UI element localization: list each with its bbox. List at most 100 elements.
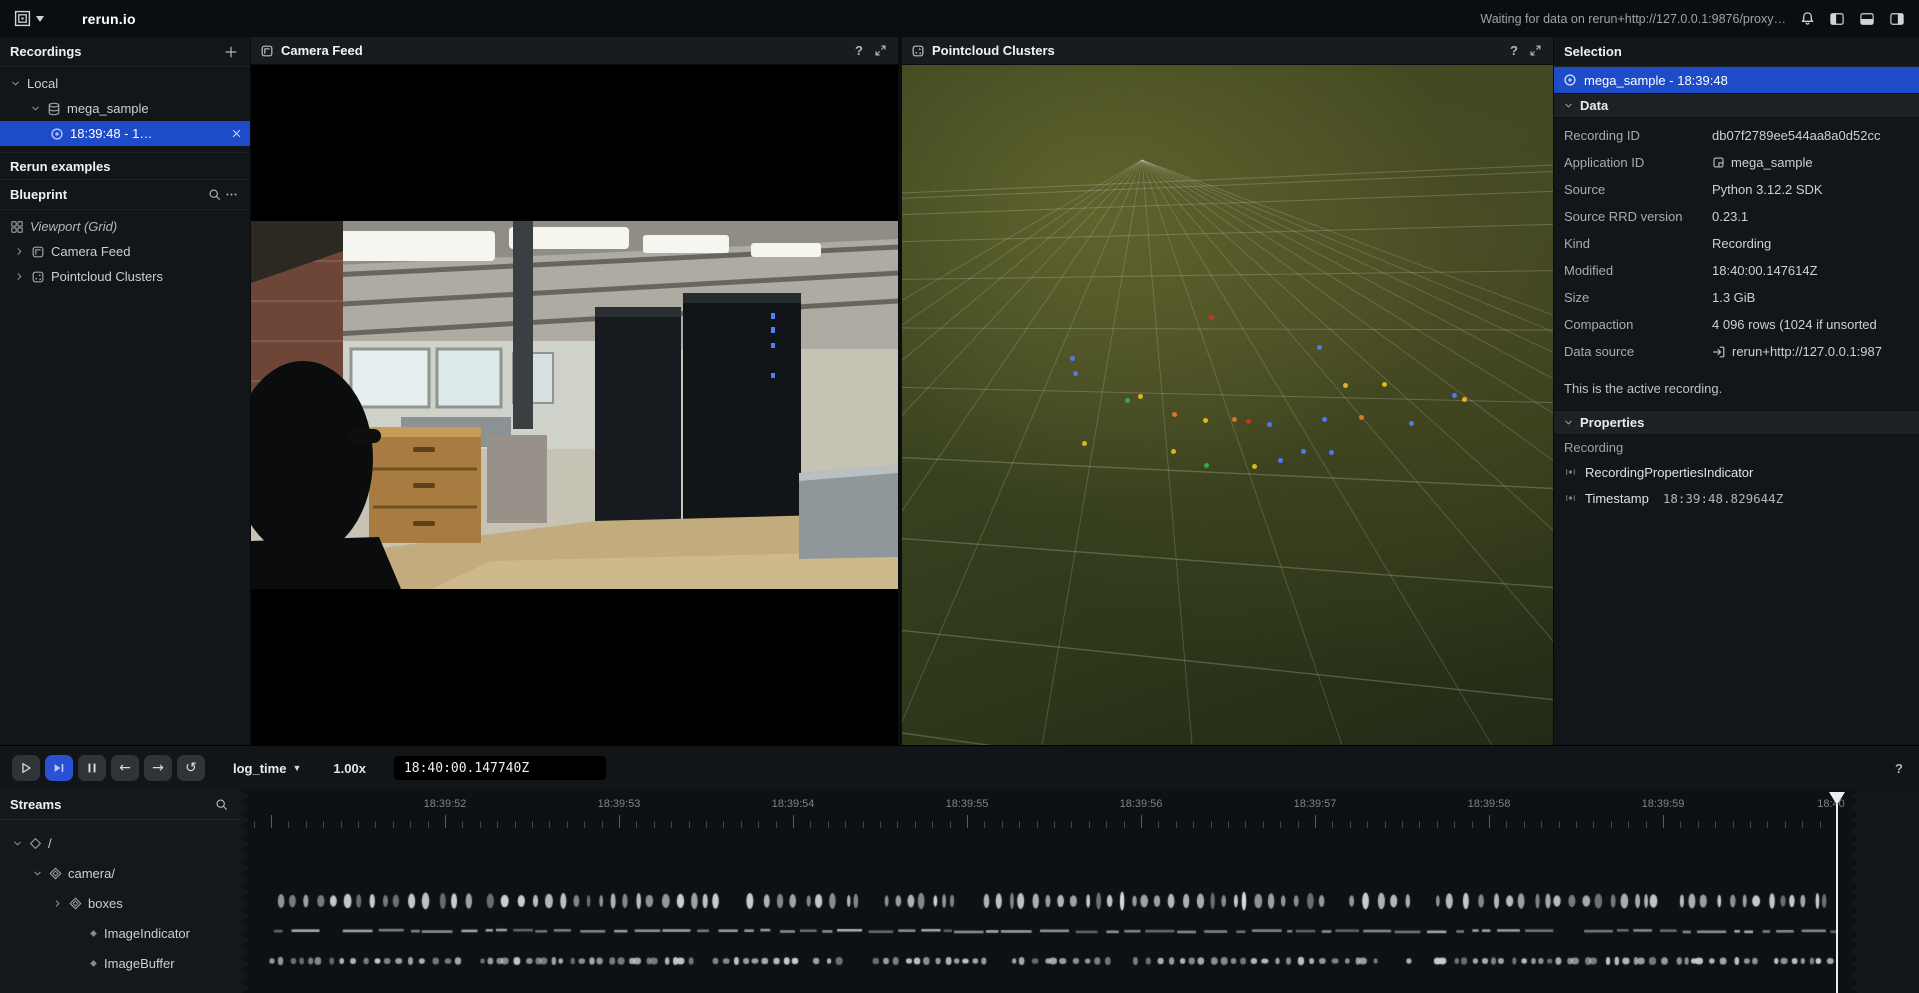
loop-button[interactable]: ↺ <box>177 755 205 781</box>
point-orange <box>1172 412 1177 417</box>
help-button[interactable]: ? <box>1508 41 1520 60</box>
pause-button[interactable] <box>78 755 106 781</box>
viewport-label: Viewport (Grid) <box>30 219 117 234</box>
stream-tree-item[interactable]: / <box>0 828 240 858</box>
recording-tree-item[interactable]: 18:39:48 - 1… <box>0 121 250 146</box>
entity-icon <box>29 837 42 850</box>
recording-tree-item[interactable]: Local <box>0 71 250 96</box>
search-icon[interactable] <box>213 796 230 813</box>
data-section-header[interactable]: Data <box>1554 93 1919 118</box>
chevron-right-icon[interactable] <box>52 898 63 909</box>
step-back-button[interactable]: ← <box>111 755 139 781</box>
chevron-down-icon[interactable] <box>32 868 43 879</box>
follow-button[interactable] <box>45 755 73 781</box>
ruler-time-label: 18:39:57 <box>1294 798 1337 810</box>
data-row-value: Python 3.12.2 SDK <box>1712 182 1909 197</box>
chevron-down-icon[interactable] <box>10 78 21 89</box>
blueprint-header: Blueprint <box>0 180 250 210</box>
selection-panel: Selection mega_sample - 18:39:48 Data Re… <box>1553 37 1919 745</box>
rerun-logo-icon <box>14 10 31 27</box>
timeline-selector[interactable]: log_time ▼ <box>233 761 301 776</box>
data-row: KindRecording <box>1554 230 1919 257</box>
point-red <box>1209 315 1214 320</box>
point-yellow <box>1171 449 1176 454</box>
connection-status: Waiting for data on rerun+http://127.0.0… <box>1480 12 1786 26</box>
data-row-label: Size <box>1564 290 1712 305</box>
rerun-examples-section[interactable]: Rerun examples <box>0 152 250 180</box>
pause-icon <box>85 761 99 775</box>
playhead[interactable] <box>1836 804 1838 993</box>
ruler-time-label: 18:39:55 <box>946 798 989 810</box>
stream-tree-item[interactable]: ImageBuffer <box>0 948 240 978</box>
blueprint-title: Blueprint <box>10 187 67 202</box>
property-component-row[interactable]: RecordingPropertiesIndicator <box>1554 459 1919 485</box>
ruler-time-label: 18:39:53 <box>598 798 641 810</box>
step-forward-button[interactable]: → <box>144 755 172 781</box>
caret-down-icon: ▼ <box>292 763 301 773</box>
chevron-down-icon[interactable] <box>12 838 23 849</box>
recording-tree-item[interactable]: mega_sample <box>0 96 250 121</box>
chevron-right-icon[interactable] <box>14 246 25 257</box>
add-recording-button[interactable] <box>222 43 240 61</box>
point-blue <box>1322 417 1327 422</box>
caret-down-icon <box>36 16 44 22</box>
component-icon <box>89 929 98 938</box>
timeline-panel[interactable]: 18:39:5218:39:5318:39:5418:39:5518:39:56… <box>240 790 1919 993</box>
data-row-value: Recording <box>1712 236 1909 251</box>
right-panel-toggle-icon[interactable] <box>1889 12 1905 26</box>
grid-view-icon <box>10 220 24 234</box>
current-time-field[interactable]: 18:40:00.147740Z <box>394 756 606 780</box>
property-component-row[interactable]: Timestamp18:39:48.829644Z <box>1554 485 1919 511</box>
bottom-panel-toggle-icon[interactable] <box>1859 12 1875 26</box>
camera-feed-view[interactable] <box>251 65 898 745</box>
application-icon <box>1712 156 1725 169</box>
close-icon[interactable] <box>231 128 242 139</box>
expand-icon[interactable] <box>1527 42 1544 59</box>
chevron-right-icon[interactable] <box>14 271 25 282</box>
stream-tree-item[interactable]: boxes <box>0 888 240 918</box>
timeline-events-canvas[interactable] <box>240 790 1919 993</box>
chevron-down-icon <box>1563 100 1574 111</box>
playhead-marker-icon[interactable] <box>1829 792 1845 805</box>
data-row-value: mega_sample <box>1712 155 1909 170</box>
app-menu[interactable] <box>14 10 44 27</box>
search-icon[interactable] <box>206 186 223 203</box>
camera-feed-header[interactable]: Camera Feed ? <box>251 37 898 65</box>
notifications-icon[interactable] <box>1800 11 1815 26</box>
camera-image <box>251 221 898 589</box>
data-row: Modified18:40:00.147614Z <box>1554 257 1919 284</box>
data-row-value: 0.23.1 <box>1712 209 1909 224</box>
data-row-text: 4 096 rows (1024 if unsorted <box>1712 317 1877 332</box>
pointcloud-view[interactable] <box>902 65 1553 745</box>
chevron-down-icon[interactable] <box>30 103 41 114</box>
stream-tree-label: ImageIndicator <box>104 926 190 941</box>
left-panel-toggle-icon[interactable] <box>1829 12 1845 26</box>
blueprint-view-item[interactable]: Camera Feed <box>0 239 250 264</box>
property-component-name: Timestamp <box>1585 491 1649 506</box>
arrow-right-icon: → <box>152 760 164 776</box>
selected-recording-item[interactable]: mega_sample - 18:39:48 <box>1554 67 1919 93</box>
point-blue <box>1409 421 1414 426</box>
expand-icon[interactable] <box>872 42 889 59</box>
help-button[interactable]: ? <box>853 41 865 60</box>
selection-title: Selection <box>1564 44 1622 59</box>
help-button[interactable]: ? <box>1891 761 1907 776</box>
blueprint-root-viewport[interactable]: Viewport (Grid) <box>0 214 250 239</box>
pointcloud-header[interactable]: Pointcloud Clusters ? <box>902 37 1553 65</box>
stream-tree-item[interactable]: ImageIndicator <box>0 918 240 948</box>
streams-header: Streams <box>0 790 240 820</box>
streams-panel: Streams /camera/boxes ImageIndicator Image… <box>0 790 240 993</box>
data-row-label: Data source <box>1564 344 1712 359</box>
stream-tree-item[interactable]: camera/ <box>0 858 240 888</box>
blueprint-view-label: Camera Feed <box>51 244 130 259</box>
playback-speed[interactable]: 1.00x <box>333 761 366 776</box>
point-yellow <box>1382 382 1387 387</box>
data-row-text: Python 3.12.2 SDK <box>1712 182 1823 197</box>
ruler-time-label: 18:39:59 <box>1642 798 1685 810</box>
recording-tree-label: Local <box>27 76 58 91</box>
play-button[interactable] <box>12 755 40 781</box>
more-options-icon[interactable] <box>223 186 240 203</box>
properties-section-header[interactable]: Properties <box>1554 410 1919 435</box>
blueprint-view-item[interactable]: Pointcloud Clusters <box>0 264 250 289</box>
point-orange <box>1232 417 1237 422</box>
